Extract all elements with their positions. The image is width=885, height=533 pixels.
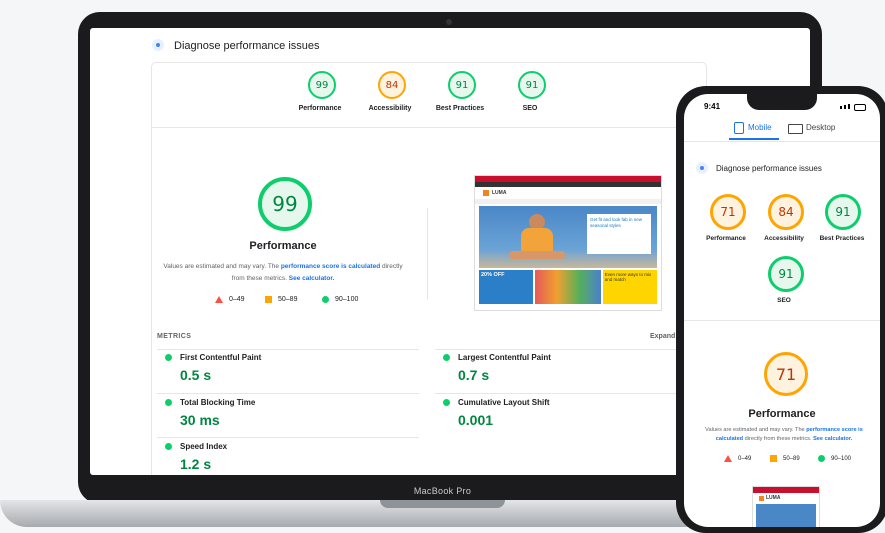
metric-name: Speed Index	[180, 442, 228, 451]
main-performance-gauge: 71	[764, 352, 808, 396]
category-label: SEO	[522, 105, 538, 112]
report-card: 99 Performance 84 Accessibility 91 Best …	[151, 62, 707, 475]
circle-icon	[322, 296, 329, 303]
mobile-icon	[734, 122, 744, 134]
square-icon	[265, 296, 272, 303]
category-label: Performance	[298, 105, 342, 112]
tab-mobile[interactable]: Mobile	[748, 123, 772, 132]
legend-pass: 90–100	[818, 455, 851, 462]
metric-value: 0.7 s	[458, 367, 490, 383]
main-performance-gauge: 99	[258, 177, 312, 231]
metric-status-icon	[165, 399, 172, 406]
divider	[427, 208, 428, 300]
metric-status-icon	[165, 354, 172, 361]
luma-logo-icon	[759, 495, 764, 501]
square-icon	[770, 455, 777, 462]
category-label: Best Practices	[819, 235, 865, 242]
metric-name: Total Blocking Time	[180, 398, 256, 407]
category-label: SEO	[777, 297, 791, 304]
category-label: Performance	[706, 235, 746, 242]
lighthouse-icon	[696, 162, 708, 174]
legend-fail: 0–49	[724, 455, 751, 462]
metric-status-icon	[443, 354, 450, 361]
main-performance-label: Performance	[249, 240, 317, 252]
best-practices-gauge[interactable]: 91	[825, 194, 861, 230]
metric-value: 1.2 s	[180, 456, 212, 472]
score-note: Values are estimated and may vary. The p…	[163, 263, 403, 282]
accessibility-gauge[interactable]: 84	[768, 194, 804, 230]
page-title: Diagnose performance issues	[716, 164, 822, 173]
seo-gauge[interactable]: 91	[768, 256, 804, 292]
category-label: Accessibility	[764, 235, 804, 242]
see-calculator-link[interactable]: See calculator.	[289, 275, 335, 282]
lighthouse-icon	[152, 39, 164, 51]
battery-icon	[854, 104, 866, 111]
legend-pass: 90–100	[322, 296, 358, 303]
score-calculated-link[interactable]: performance score is calculated	[281, 263, 380, 270]
laptop-hinge	[380, 500, 505, 508]
triangle-icon	[724, 455, 732, 462]
metric-value: 0.5 s	[180, 367, 212, 383]
page-screenshot: LUMA	[752, 486, 820, 527]
legend-fail: 0–49	[215, 296, 245, 303]
metric-name: Largest Contentful Paint	[458, 353, 551, 362]
phone-notch	[747, 94, 817, 110]
main-performance-label: Performance	[748, 408, 816, 420]
seo-gauge[interactable]: 91	[518, 71, 546, 99]
active-tab-indicator	[729, 138, 779, 140]
laptop-camera	[446, 19, 452, 25]
triangle-icon	[215, 296, 223, 303]
divider	[152, 127, 706, 128]
metric-status-icon	[165, 443, 172, 450]
luma-logo-icon	[483, 190, 489, 196]
metric-status-icon	[443, 399, 450, 406]
status-time: 9:41	[704, 102, 721, 111]
accessibility-gauge[interactable]: 84	[378, 71, 406, 99]
legend-average: 50–89	[265, 296, 297, 303]
metrics-title: METRICS	[157, 333, 192, 340]
metric-value: 0.001	[458, 412, 494, 428]
phone-screen: 9:41 Mobile Desktop Diagnose performance…	[684, 94, 880, 527]
metric-name: Cumulative Layout Shift	[458, 398, 550, 407]
desktop-icon	[788, 124, 803, 134]
score-note: Values are estimated and may vary. The p…	[705, 427, 863, 442]
performance-gauge[interactable]: 71	[710, 194, 746, 230]
category-label: Best Practices	[435, 105, 485, 112]
signal-icon	[840, 104, 850, 109]
hero-banner: Get fit and look fab in new seasonal sty…	[479, 206, 657, 268]
category-label: Accessibility	[368, 105, 412, 112]
expand-view-toggle[interactable]: Expand	[650, 333, 675, 340]
legend-average: 50–89	[770, 455, 800, 462]
metric-name: First Contentful Paint	[180, 353, 262, 362]
circle-icon	[818, 455, 825, 462]
page-screenshot: LUMA Get fit and look fab in new seasona…	[474, 175, 662, 311]
metric-value: 30 ms	[180, 412, 220, 428]
see-calculator-link[interactable]: See calculator.	[813, 436, 852, 442]
page-title: Diagnose performance issues	[174, 40, 320, 52]
tab-desktop[interactable]: Desktop	[806, 123, 835, 132]
performance-gauge[interactable]: 99	[308, 71, 336, 99]
best-practices-gauge[interactable]: 91	[448, 71, 476, 99]
